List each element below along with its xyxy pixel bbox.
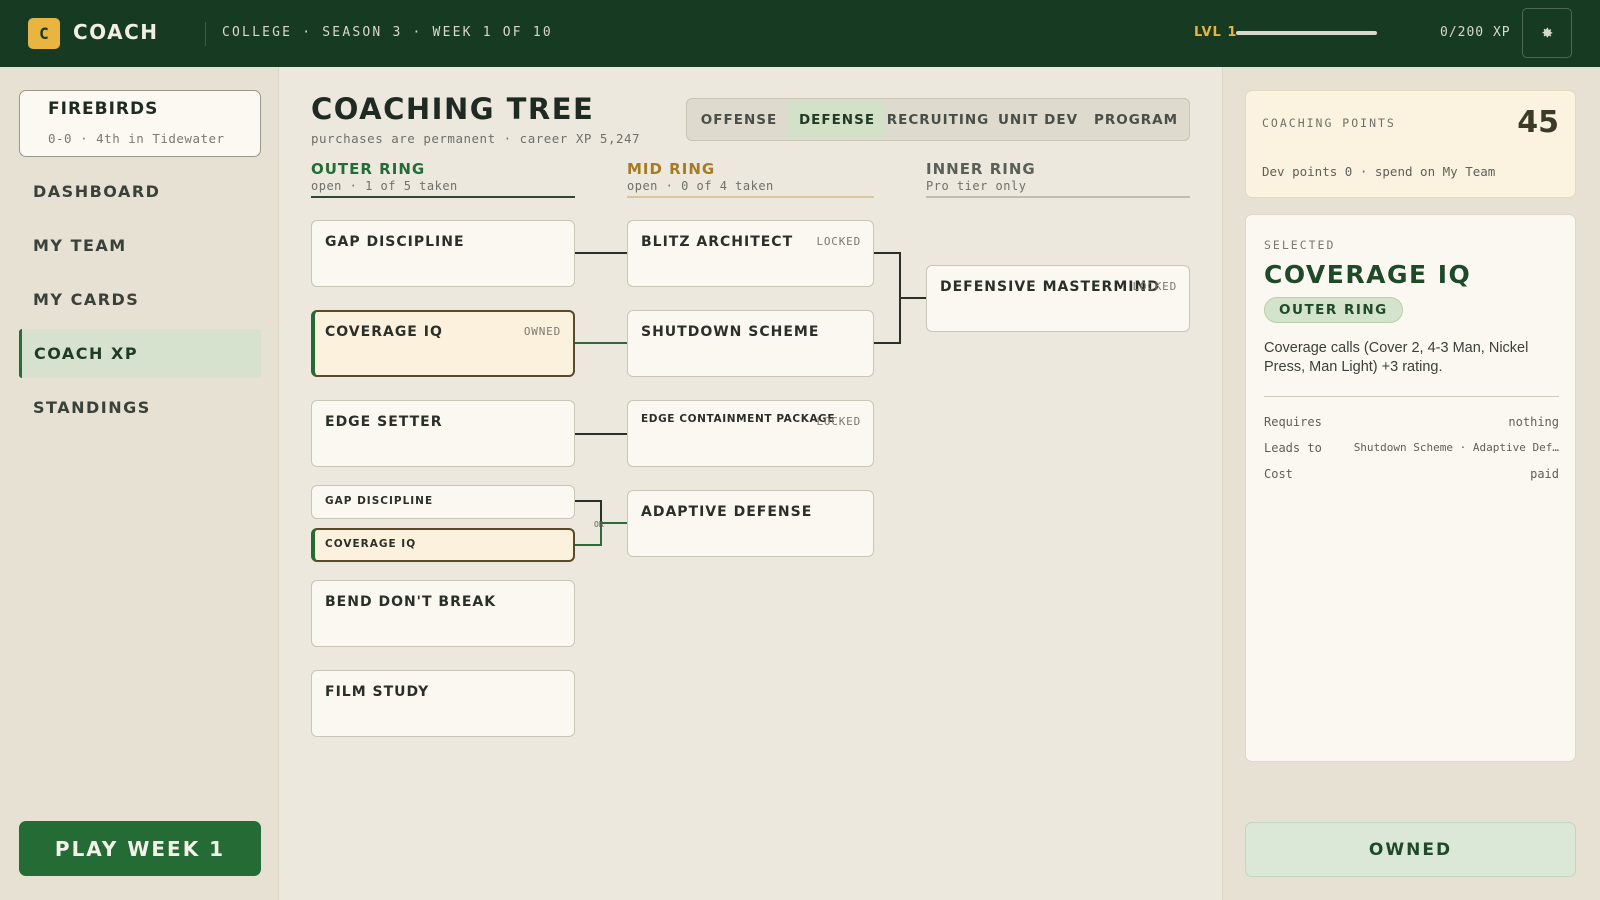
- node-shutdown-scheme[interactable]: SHUTDOWN SCHEME: [627, 310, 874, 377]
- level-label: LVL 1: [1194, 25, 1238, 40]
- requires-value: nothing: [1508, 415, 1559, 429]
- node-label: ADAPTIVE DEFENSE: [641, 504, 813, 520]
- leads-label: Leads to: [1264, 441, 1322, 455]
- node-film-study[interactable]: FILM STUDY: [311, 670, 575, 737]
- node-adaptive-defense[interactable]: ADAPTIVE DEFENSE: [627, 490, 874, 557]
- owned-button[interactable]: OWNED: [1245, 822, 1576, 877]
- season-info: COLLEGE · SEASON 3 · WEEK 1 OF 10: [222, 25, 553, 40]
- gear-icon: [1542, 27, 1553, 38]
- tab-program[interactable]: PROGRAM: [1086, 102, 1186, 137]
- locked-tag: LOCKED: [816, 235, 861, 248]
- node-defensive-mastermind[interactable]: DEFENSIVE MASTERMIND LOCKED: [926, 265, 1190, 332]
- connector-or-gap: [575, 500, 602, 523]
- mid-ring-sub: open · 0 of 4 taken: [627, 179, 774, 193]
- selected-title: COVERAGE IQ: [1264, 260, 1472, 289]
- settings-button[interactable]: [1522, 8, 1572, 58]
- ring-badge: OUTER RING: [1264, 297, 1403, 323]
- outer-ring-title: OUTER RING: [311, 160, 426, 178]
- sidebar: FIREBIRDS 0-0 · 4th in Tidewater DASHBOA…: [0, 67, 279, 900]
- node-bend-dont-break[interactable]: BEND DON'T BREAK: [311, 580, 575, 647]
- nav-standings[interactable]: STANDINGS: [19, 383, 261, 432]
- team-name: FIREBIRDS: [48, 99, 159, 119]
- node-label: EDGE SETTER: [325, 414, 443, 430]
- xp-progress-bar: [1236, 31, 1377, 35]
- node-coverage-iq[interactable]: COVERAGE IQ OWNED: [311, 310, 575, 377]
- xp-text: 0/200 XP: [1440, 25, 1511, 40]
- requires-row: Requires nothing: [1264, 415, 1559, 433]
- team-card[interactable]: FIREBIRDS 0-0 · 4th in Tidewater: [19, 90, 261, 157]
- locked-tag: LOCKED: [1132, 280, 1177, 293]
- cost-label: Cost: [1264, 467, 1293, 481]
- selected-description: Coverage calls (Cover 2, 4-3 Man, Nickel…: [1264, 340, 1529, 375]
- node-edge-containment-package[interactable]: EDGE CONTAINMENT PACKAGE LOCKED: [627, 400, 874, 467]
- selected-label: SELECTED: [1264, 238, 1336, 252]
- node-label: BEND DON'T BREAK: [325, 594, 497, 610]
- or-label: OR: [594, 520, 604, 529]
- divider: [1264, 396, 1559, 397]
- node-edge-setter[interactable]: EDGE SETTER: [311, 400, 575, 467]
- node-label: EDGE CONTAINMENT PACKAGE: [641, 413, 836, 425]
- node-label: COVERAGE IQ: [325, 538, 417, 550]
- page-subtitle: purchases are permanent · career XP 5,24…: [311, 131, 641, 146]
- requires-label: Requires: [1264, 415, 1322, 429]
- leads-row: Leads to Shutdown Scheme · Adaptive Def…: [1264, 441, 1559, 459]
- connector-or-coverage: [575, 522, 627, 546]
- nav-coach-xp[interactable]: COACH XP: [19, 329, 261, 378]
- top-bar: C COACH COLLEGE · SEASON 3 · WEEK 1 OF 1…: [0, 0, 1600, 67]
- mid-ring-title: MID RING: [627, 160, 716, 178]
- node-gap-discipline[interactable]: GAP DISCIPLINE: [311, 220, 575, 287]
- nav-my-cards[interactable]: MY CARDS: [19, 275, 261, 324]
- node-coverage-iq-choice[interactable]: COVERAGE IQ: [311, 528, 575, 562]
- connector-mid-inner: [874, 252, 901, 344]
- outer-ring-sub: open · 1 of 5 taken: [311, 179, 458, 193]
- outer-ring-underline: [311, 196, 575, 198]
- node-blitz-architect[interactable]: BLITZ ARCHITECT LOCKED: [627, 220, 874, 287]
- app-logo: C: [28, 18, 60, 49]
- owned-tag: OWNED: [523, 325, 561, 338]
- nav-my-team[interactable]: MY TEAM: [19, 221, 261, 270]
- mid-ring-underline: [627, 196, 874, 198]
- inner-ring-title: INNER RING: [926, 160, 1036, 178]
- tab-unit-dev[interactable]: UNIT DEV: [990, 102, 1086, 137]
- node-label: FILM STUDY: [325, 684, 430, 700]
- node-label: BLITZ ARCHITECT: [641, 234, 794, 250]
- tab-offense[interactable]: OFFENSE: [690, 102, 788, 137]
- node-label: COVERAGE IQ: [325, 324, 443, 340]
- node-label: GAP DISCIPLINE: [325, 234, 465, 250]
- node-label: DEFENSIVE MASTERMIND: [940, 279, 1160, 295]
- points-sub: Dev points 0 · spend on My Team: [1262, 164, 1496, 179]
- top-divider: [205, 22, 206, 46]
- node-label: GAP DISCIPLINE: [325, 495, 434, 507]
- category-tabs: OFFENSE DEFENSE RECRUITING UNIT DEV PROG…: [686, 98, 1190, 141]
- locked-tag: LOCKED: [816, 415, 861, 428]
- tab-defense[interactable]: DEFENSE: [788, 102, 886, 137]
- page-title: COACHING TREE: [311, 92, 595, 126]
- play-week-button[interactable]: PLAY WEEK 1: [19, 821, 261, 876]
- leads-value: Shutdown Scheme · Adaptive Def…: [1353, 441, 1559, 454]
- app-title: COACH: [73, 20, 159, 44]
- points-value: 45: [1517, 105, 1559, 140]
- tab-recruiting[interactable]: RECRUITING: [886, 102, 990, 137]
- node-label: SHUTDOWN SCHEME: [641, 324, 820, 340]
- points-label: COACHING POINTS: [1262, 116, 1396, 130]
- selected-detail-card: SELECTED COVERAGE IQ OUTER RING Coverage…: [1245, 214, 1576, 762]
- node-gap-discipline-choice[interactable]: GAP DISCIPLINE: [311, 485, 575, 519]
- nav-dashboard[interactable]: DASHBOARD: [19, 167, 261, 216]
- inner-ring-sub: Pro tier only: [926, 179, 1027, 193]
- team-record: 0-0 · 4th in Tidewater: [48, 131, 225, 146]
- cost-value: paid: [1530, 467, 1559, 481]
- cost-row: Cost paid: [1264, 467, 1559, 485]
- inner-ring-underline: [926, 196, 1190, 198]
- coaching-points-card: COACHING POINTS 45 Dev points 0 · spend …: [1245, 90, 1576, 198]
